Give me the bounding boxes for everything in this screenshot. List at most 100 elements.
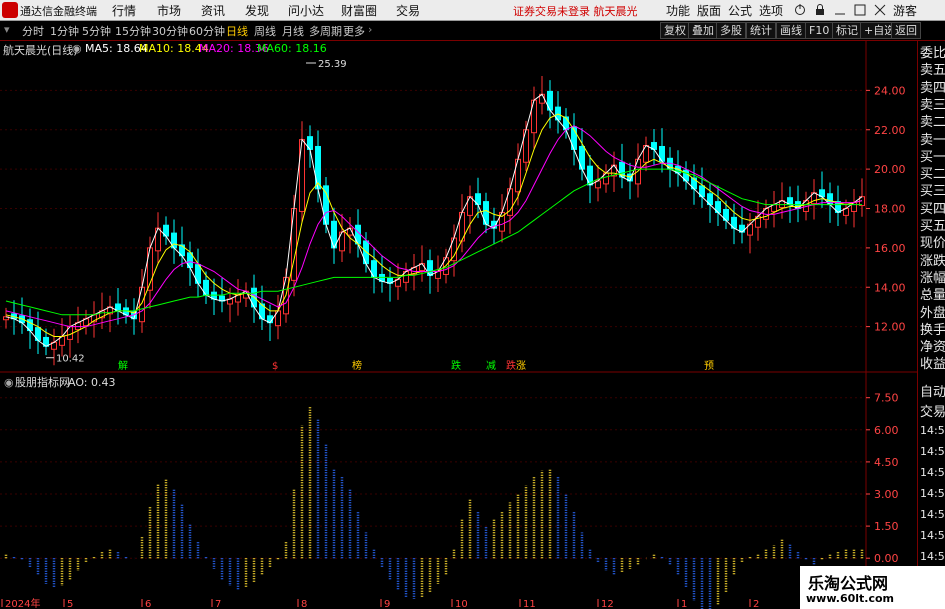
side-panel-item[interactable]: 买三 [920, 183, 945, 200]
side-panel-item[interactable]: 卖二 [920, 114, 945, 131]
back-button[interactable]: 返回 [891, 22, 921, 39]
date-tick-label: 9 [384, 599, 390, 609]
menu-item-trade[interactable]: 交易 [396, 2, 420, 19]
trade-time: 14:56 [920, 424, 945, 437]
period-tab-60min[interactable]: 60分钟 [189, 23, 225, 39]
price-tick-label: 18.00 [874, 203, 906, 216]
menu-bar: 通达信金融终端 行情 市场 资讯 发现 问小达 财富圈 交易 证券交易未登录 航… [0, 0, 945, 21]
date-tick-label: 1 [681, 599, 687, 609]
price-grid [0, 89, 866, 328]
menu-item-quotes[interactable]: 行情 [112, 2, 136, 19]
side-panel-item[interactable]: 卖四 [920, 80, 945, 97]
indicator-gear-icon[interactable]: ◉ [4, 376, 14, 389]
date-axis: 2024年 5 6 7 8 9 10 11 12 1 2 [1, 597, 759, 609]
side-panel-item[interactable]: 涨跌 [920, 253, 945, 270]
indicator-tick-label: 6.00 [874, 424, 899, 437]
event-marker: 跌 [506, 359, 516, 372]
candlestick-series [3, 76, 865, 366]
trade-time: 14:56 [920, 550, 945, 563]
period-tab-5min[interactable]: 5分钟 [82, 23, 111, 39]
minimize-icon[interactable] [834, 4, 846, 16]
period-tab-intraday[interactable]: 分时 [22, 23, 44, 39]
watermark-url: www.60lt.com [806, 592, 895, 605]
menu-item-options[interactable]: 选项 [759, 2, 783, 19]
period-tab-monthly[interactable]: 月线 [282, 23, 304, 39]
menu-item-layout[interactable]: 版面 [697, 2, 721, 19]
side-panel-item[interactable]: 现价 [920, 235, 945, 252]
side-panel-item[interactable]: 买五 [920, 218, 945, 235]
power-icon[interactable] [794, 4, 806, 16]
more-arrow-icon[interactable]: › [368, 23, 372, 36]
price-axis: 24.00 22.00 20.00 18.00 16.00 14.00 12.00 [866, 84, 906, 334]
watermark-title: 乐淘公式网 [808, 574, 889, 593]
side-panel-item[interactable]: 外盘 [920, 305, 945, 322]
side-panel-item[interactable]: 卖一 [920, 132, 945, 149]
guest-label[interactable]: 游客 [893, 2, 917, 19]
side-panel-item[interactable]: 买四 [920, 201, 945, 218]
lock-icon[interactable] [814, 4, 826, 16]
side-panel-item[interactable]: 换手 [920, 322, 945, 339]
mark-button[interactable]: 标记 [832, 22, 862, 39]
period-tab-multi[interactable]: 多周期 [309, 23, 342, 39]
multi-stock-button[interactable]: 多股 [716, 22, 746, 39]
side-panel-item[interactable]: 涨幅 [920, 270, 945, 287]
price-tick-label: 12.00 [874, 321, 906, 334]
period-tab-30min[interactable]: 30分钟 [152, 23, 188, 39]
date-tick-label: 10 [455, 599, 468, 609]
indicator-tick-label: 0.00 [874, 552, 899, 565]
trade-time: 14:56 [920, 529, 945, 542]
period-toolbar: ▾ 分时 1分钟 5分钟 15分钟 30分钟 60分钟 日线 周线 月线 多周期… [0, 21, 945, 41]
event-marker: 跌 [451, 359, 461, 372]
menu-item-formula[interactable]: 公式 [728, 2, 752, 19]
menu-item-functions[interactable]: 功能 [666, 2, 690, 19]
draw-line-button[interactable]: 画线 [776, 22, 806, 39]
trade-time: 14:56 [920, 466, 945, 479]
side-panel-item[interactable]: 买一 [920, 149, 945, 166]
indicator-tick-label: 4.50 [874, 456, 899, 469]
side-panel-item[interactable]: 总量 [920, 287, 945, 304]
fuquan-button[interactable]: 复权 [660, 22, 690, 39]
menu-item-ask[interactable]: 问小达 [288, 2, 324, 19]
menu-item-market[interactable]: 市场 [157, 2, 181, 19]
login-warning: 证券交易未登录 航天晨光 [513, 5, 638, 18]
overlay-button[interactable]: 叠加 [688, 22, 718, 39]
event-marker: 预 [704, 360, 714, 372]
ao-bars [4, 406, 864, 609]
period-tab-more[interactable]: 更多 [343, 23, 365, 39]
close-icon[interactable] [874, 4, 886, 16]
period-tab-weekly[interactable]: 周线 [254, 23, 276, 39]
side-panel-item[interactable]: 净资 [920, 339, 945, 356]
side-panel-item[interactable]: 委比 [920, 45, 945, 62]
maximize-icon[interactable] [854, 4, 866, 16]
side-panel-item[interactable]: 自动 [920, 384, 945, 401]
high-price-label: 25.39 [318, 59, 347, 70]
period-tab-1min[interactable]: 1分钟 [50, 23, 79, 39]
side-panel-item[interactable]: 交易 [920, 404, 945, 421]
side-panel-item[interactable]: 卖五 [920, 62, 945, 79]
event-marker: 解 [118, 359, 128, 372]
date-tick-label: 2 [753, 599, 759, 609]
event-marker: 减 [486, 360, 496, 372]
f10-button[interactable]: F10 [805, 22, 834, 39]
indicator-name[interactable]: 股朋指标网 [15, 375, 70, 389]
date-tick-label: 5 [67, 599, 73, 609]
menu-item-wealth[interactable]: 财富圈 [341, 2, 377, 19]
period-tab-daily[interactable]: 日线 [226, 23, 248, 39]
period-tab-15min[interactable]: 15分钟 [115, 23, 151, 39]
side-panel-item[interactable]: 卖三 [920, 97, 945, 114]
trade-time: 14:56 [920, 487, 945, 500]
indicator-tick-label: 1.50 [874, 520, 899, 533]
statistics-button[interactable]: 统计 [746, 22, 776, 39]
toolbar-toggle-icon[interactable]: ▾ [4, 23, 10, 36]
side-panel-item[interactable]: 收益 [920, 356, 945, 373]
chart-area[interactable]: 24.0022.0020.0018.0016.0014.0012.00 25.3… [0, 41, 917, 609]
side-panel-item[interactable]: 买二 [920, 166, 945, 183]
date-tick-label: 11 [523, 599, 536, 609]
menu-item-news[interactable]: 资讯 [201, 2, 225, 19]
date-tick-label: 12 [601, 599, 614, 609]
date-tick-label: 8 [301, 599, 307, 609]
watermark-logo: 乐淘公式网 www.60lt.com [800, 566, 945, 609]
menu-item-discover[interactable]: 发现 [245, 2, 269, 19]
price-tick-label: 14.00 [874, 281, 906, 294]
app-name: 通达信金融终端 [20, 5, 97, 18]
